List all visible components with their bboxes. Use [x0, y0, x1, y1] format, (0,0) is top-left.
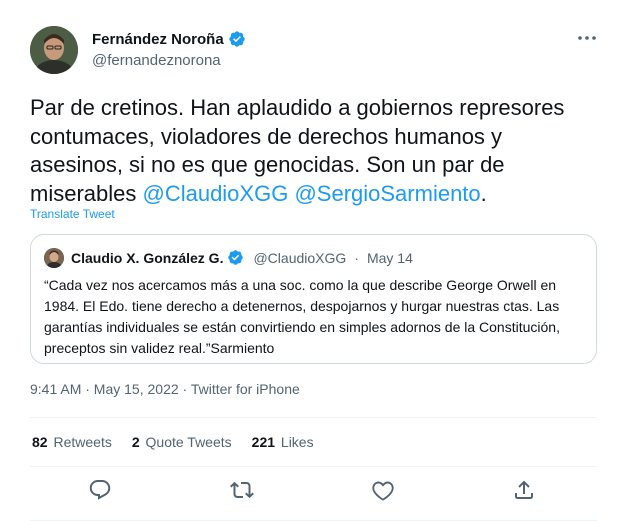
- tweet-actions: [30, 478, 597, 508]
- quote-header: Claudio X. González G. @ClaudioXGG · May…: [71, 249, 413, 267]
- author-handle[interactable]: @fernandeznorona: [92, 52, 221, 69]
- quote-separator: ·: [354, 250, 359, 266]
- quote-author-handle: @ClaudioXGG: [253, 250, 347, 266]
- author-name-text[interactable]: Fernández Noroña: [92, 31, 224, 48]
- divider: [30, 466, 597, 467]
- quote-tweets-stat[interactable]: 2 Quote Tweets: [132, 434, 232, 450]
- likes-label: Likes: [280, 434, 314, 450]
- tweet: Fernández Noroña @fernandeznorona Par de…: [0, 0, 617, 521]
- quote-author-name: Claudio X. González G.: [71, 250, 224, 266]
- mention-link[interactable]: @ClaudioXGG: [142, 181, 288, 206]
- tweet-stats: 82 Retweets 2 Quote Tweets 221 Likes: [32, 434, 314, 450]
- likes-stat[interactable]: 221 Likes: [252, 434, 314, 450]
- divider: [30, 417, 597, 418]
- quote-author-avatar: [44, 248, 64, 268]
- quote-tweets-label: Quote Tweets: [145, 434, 232, 450]
- reply-icon[interactable]: [88, 478, 112, 502]
- verified-badge-icon: [228, 30, 246, 48]
- author-name[interactable]: Fernández Noroña: [92, 30, 246, 48]
- tweet-end: .: [480, 180, 487, 206]
- retweet-icon[interactable]: [230, 478, 254, 502]
- retweets-stat[interactable]: 82 Retweets: [32, 434, 112, 450]
- more-icon[interactable]: [576, 30, 598, 46]
- author-avatar[interactable]: [30, 26, 78, 74]
- quote-date: May 14: [366, 250, 413, 266]
- tweet-timestamp[interactable]: 9:41 AM · May 15, 2022 · Twitter for iPh…: [30, 381, 300, 397]
- retweets-count: 82: [32, 434, 48, 450]
- quote-tweets-count: 2: [131, 434, 140, 450]
- retweets-label: Retweets: [53, 434, 112, 450]
- quote-text: “Cada vez nos acercamos más a una soc. c…: [44, 277, 560, 356]
- likes-count: 221: [251, 434, 276, 450]
- tweet-text: Par de cretinos. Han aplaudido a gobiern…: [30, 94, 600, 208]
- verified-badge-icon: [227, 249, 245, 267]
- like-icon[interactable]: [371, 478, 395, 502]
- translate-tweet-link[interactable]: Translate Tweet: [30, 207, 115, 221]
- mention-link[interactable]: @SergioSarmiento: [294, 181, 480, 206]
- share-icon[interactable]: [512, 478, 536, 502]
- quoted-tweet[interactable]: Claudio X. González G. @ClaudioXGG · May…: [30, 234, 597, 364]
